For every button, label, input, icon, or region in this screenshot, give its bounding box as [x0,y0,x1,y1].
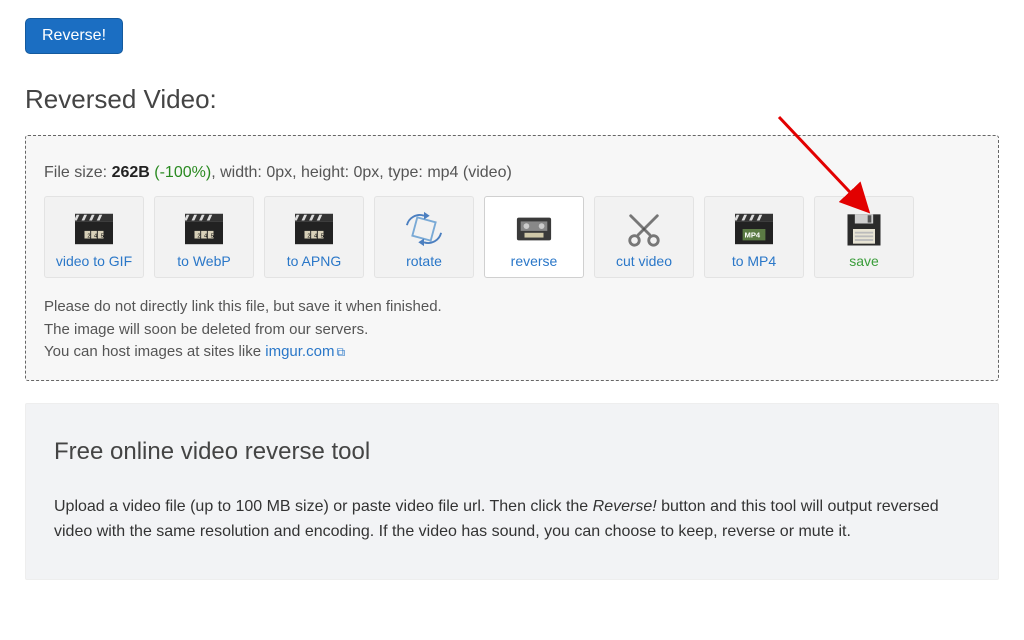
info-card: Free online video reverse tool Upload a … [25,403,999,580]
file-info-rest: , width: 0px, height: 0px, type: mp4 (vi… [211,164,512,181]
svg-text:5: 5 [101,234,104,240]
info-card-title: Free online video reverse tool [54,438,970,466]
action-label: save [849,253,879,269]
action-rotate[interactable]: rotate [374,196,474,278]
clap-icon: 245 [180,209,228,249]
action-label: cut video [616,253,672,269]
scissors-icon [620,209,668,249]
action-label: to MP4 [732,253,776,269]
notice-line2: The image will soon be deleted from our … [44,319,980,342]
action-label: to WebP [177,253,230,269]
info-card-text: Upload a video file (up to 100 MB size) … [54,494,970,545]
svg-text:5: 5 [211,234,214,240]
mp4-icon: MP4 [730,209,778,249]
file-size-pct: (-100%) [150,164,211,181]
action-label: reverse [511,253,558,269]
notice-line1: Please do not directly link this file, b… [44,296,980,319]
action-label: to APNG [287,253,341,269]
reverse-button[interactable]: Reverse! [25,18,123,54]
action-row: 245video to GIF245to WebP245to APNGrotat… [44,196,980,278]
section-title-reversed-video: Reversed Video: [25,84,999,115]
svg-text:4: 4 [94,234,97,240]
svg-text:4: 4 [314,234,317,240]
svg-text:4: 4 [204,234,207,240]
svg-text:5: 5 [321,234,324,240]
file-info-prefix: File size: [44,164,112,181]
clap-icon: 245 [70,209,118,249]
action-reverse[interactable]: reverse [484,196,584,278]
action-cut-video[interactable]: cut video [594,196,694,278]
svg-text:2: 2 [197,234,200,240]
clap-icon: 245 [290,209,338,249]
floppy-icon [840,209,888,249]
action-label: rotate [406,253,442,269]
tape-icon [510,209,558,249]
action-label: video to GIF [56,253,132,269]
action-to-mp4[interactable]: MP4 to MP4 [704,196,804,278]
file-info: File size: 262B (-100%), width: 0px, hei… [44,164,980,182]
imgur-link[interactable]: imgur.com⧉ [265,343,345,360]
action-save[interactable]: save [814,196,914,278]
rotate-icon [400,209,448,249]
external-link-icon: ⧉ [336,345,345,359]
result-box: File size: 262B (-100%), width: 0px, hei… [25,135,999,381]
notice: Please do not directly link this file, b… [44,296,980,364]
action-to-apng[interactable]: 245 to APNG [264,196,364,278]
svg-text:2: 2 [87,234,90,240]
file-size: 262B [112,164,150,181]
action-to-webp[interactable]: 245 to WebP [154,196,254,278]
svg-text:MP4: MP4 [745,231,761,240]
svg-text:2: 2 [307,234,310,240]
action-video-to-gif[interactable]: 245 video to GIF [44,196,144,278]
notice-line3-text: You can host images at sites like [44,343,265,360]
